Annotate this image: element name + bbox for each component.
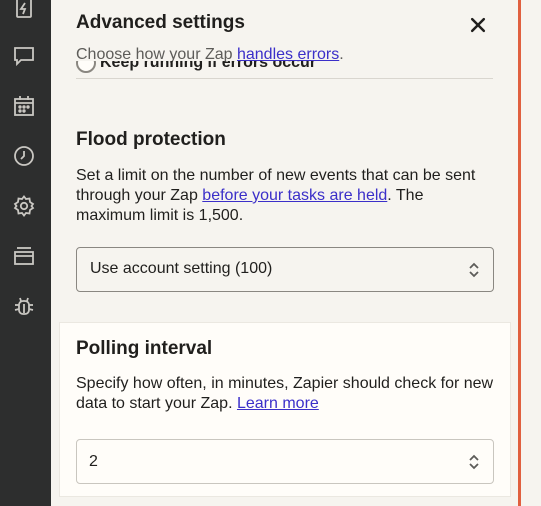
flood-limit-value: Use account setting (100): [90, 260, 273, 277]
close-button[interactable]: [466, 13, 490, 37]
flood-protection-description: Set a limit on the number of new events …: [76, 166, 486, 226]
polling-interval-title: Polling interval: [76, 338, 213, 359]
learn-more-link[interactable]: Learn more: [237, 395, 319, 412]
sidebar: [0, 0, 51, 506]
chat-icon[interactable]: [11, 43, 37, 69]
clock-icon[interactable]: [11, 143, 37, 169]
bug-icon[interactable]: [11, 293, 37, 319]
flood-limit-select[interactable]: Use account setting (100): [76, 247, 494, 292]
background-strip: [521, 0, 541, 506]
flood-protection-title: Flood protection: [76, 129, 226, 150]
polling-interval-input[interactable]: [89, 451, 449, 473]
zap-bolt-icon[interactable]: [11, 0, 37, 22]
tasks-held-link[interactable]: before your tasks are held: [202, 187, 387, 204]
error-option-partial[interactable]: Keep running if errors occur: [76, 61, 493, 78]
calendar-icon[interactable]: [11, 93, 37, 119]
gear-icon[interactable]: [11, 193, 37, 219]
polling-interval-description: Specify how often, in minutes, Zapier sh…: [76, 374, 496, 414]
stepper-arrows-icon[interactable]: [467, 452, 481, 472]
section-divider: [76, 78, 493, 79]
polling-interval-stepper[interactable]: [76, 439, 494, 484]
keep-running-radio[interactable]: [76, 61, 96, 73]
layers-icon[interactable]: [11, 243, 37, 269]
chevron-updown-icon: [469, 262, 479, 278]
close-icon: [470, 17, 486, 33]
panel-title: Advanced settings: [76, 12, 245, 33]
keep-running-label: Keep running if errors occur: [100, 61, 317, 71]
